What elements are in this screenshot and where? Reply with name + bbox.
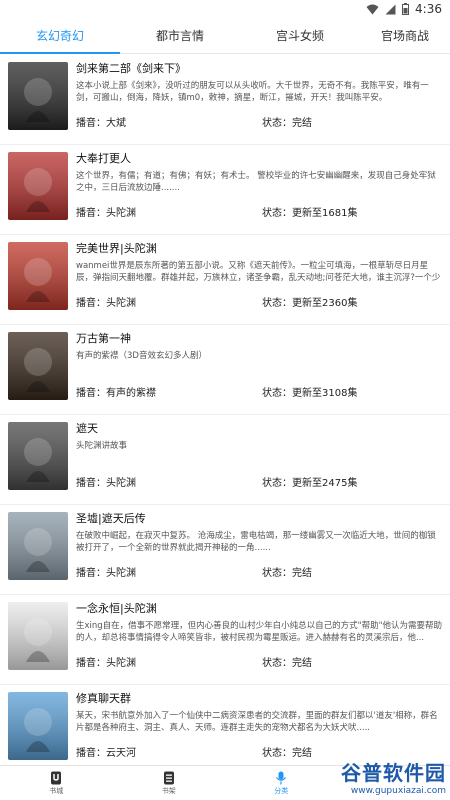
book-item[interactable]: 圣墟|遮天后传在破败中崛起，在寂灭中复苏。 沧海成尘，雷电枯竭，那一缕幽雾又一次…	[0, 505, 450, 595]
book-title[interactable]: 修真聊天群	[76, 692, 442, 708]
book-meta: 播音：头陀渊 状态：完结	[76, 654, 442, 679]
watermark-url: www.gupuxiazai.com	[350, 786, 446, 796]
book-description: 这本小说上部《剑来》，没听过的朋友可以从头收听。大千世界，无奇不有。我陈平安，唯…	[76, 81, 429, 103]
book-info: 大奉打更人这个世界，有儒；有道；有佛；有妖；有术士。 警校毕业的许七安幽幽醒来，…	[68, 152, 442, 229]
signal-icon	[385, 4, 396, 15]
book-narrator: 播音：大斌	[76, 118, 126, 129]
status-bar: 4:36	[0, 0, 450, 20]
book-meta: 播音：头陀渊 状态：更新至1681集	[76, 204, 442, 229]
tab-gongdou[interactable]: 宫斗女频	[240, 20, 360, 53]
tab-guanchang[interactable]: 官场商战	[360, 20, 450, 53]
book-status: 状态：更新至3108集	[262, 388, 358, 399]
book-meta: 播音：有声的紫襟 状态：更新至3108集	[76, 384, 442, 409]
book-status: 状态：完结	[262, 568, 312, 579]
book-item[interactable]: 遮天头陀渊讲故事 播音：头陀渊 状态：更新至2475集	[0, 415, 450, 505]
book-narrator: 播音：头陀渊	[76, 568, 136, 579]
watermark-title: 谷普软件园	[341, 761, 446, 785]
book-status: 状态：更新至1681集	[262, 208, 358, 219]
book-cover[interactable]	[8, 692, 68, 760]
book-info: 万古第一神有声的紫襟（3D音效玄幻多人剧） 播音：有声的紫襟 状态：更新至3108集	[68, 332, 442, 409]
book-title[interactable]: 大奉打更人	[76, 152, 442, 168]
wifi-icon	[366, 4, 379, 15]
bookshelf-icon	[163, 771, 174, 784]
book-narrator: 播音：头陀渊	[76, 208, 136, 219]
book-title[interactable]: 万古第一神	[76, 332, 442, 348]
tab-xuanhuan[interactable]: 玄幻奇幻	[0, 20, 120, 54]
watermark: 谷普软件园 www.gupuxiazai.com	[341, 757, 446, 796]
book-status: 状态：完结	[262, 658, 312, 669]
book-status: 状态：更新至2475集	[262, 478, 358, 489]
nav-bookshelf-label: 书架	[161, 786, 176, 795]
book-title[interactable]: 剑来第二部《剑来下》	[76, 62, 442, 78]
book-info: 圣墟|遮天后传在破败中崛起，在寂灭中复苏。 沧海成尘，雷电枯竭，那一缕幽雾又一次…	[68, 512, 442, 589]
book-narrator: 播音：头陀渊	[76, 658, 136, 669]
book-item[interactable]: 一念永恒|头陀渊生xing自在，借事不愿常理，但内心善良的山村少年白小纯总以自己…	[0, 595, 450, 685]
book-status: 状态：完结	[262, 748, 312, 759]
book-status: 状态：更新至2360集	[262, 298, 358, 309]
book-info: 完美世界|头陀渊 wanmei世界是辰东所著的第五部小说。又称《遮天前传》。一粒尘…	[68, 242, 442, 319]
book-description: 这个世界，有儒；有道；有佛；有妖；有术士。 警校毕业的许七安幽幽醒来，发现自己身…	[76, 171, 436, 193]
book-meta: 播音：头陀渊 状态：更新至2475集	[76, 474, 442, 499]
status-time: 4:36	[415, 2, 442, 16]
book-info: 遮天头陀渊讲故事 播音：头陀渊 状态：更新至2475集	[68, 422, 442, 499]
book-item[interactable]: 修真聊天群某天，宋书航意外加入了一个仙侠中二病资深患者的交流群，里面的群友们都以…	[0, 685, 450, 765]
nav-bookstore[interactable]: 书城	[0, 766, 113, 800]
book-list: 剑来第二部《剑来下》这本小说上部《剑来》，没听过的朋友可以从头收听。大千世界，无…	[0, 55, 450, 765]
book-title[interactable]: 一念永恒|头陀渊	[76, 602, 442, 618]
book-cover[interactable]	[8, 152, 68, 220]
book-item[interactable]: 万古第一神有声的紫襟（3D音效玄幻多人剧） 播音：有声的紫襟 状态：更新至3108集	[0, 325, 450, 415]
microphone-icon	[276, 771, 287, 784]
battery-icon	[402, 3, 410, 15]
book-cover[interactable]	[8, 242, 68, 310]
book-cover[interactable]	[8, 332, 68, 400]
book-meta: 播音：头陀渊 状态：完结	[76, 564, 442, 589]
book-info: 修真聊天群某天，宋书航意外加入了一个仙侠中二病资深患者的交流群，里面的群友们都以…	[68, 692, 442, 765]
nav-category-label: 分类	[274, 786, 289, 795]
book-description: 在破败中崛起，在寂灭中复苏。 沧海成尘，雷电枯竭，那一缕幽雾又一次临近大地，世间…	[76, 531, 436, 553]
book-description: 头陀渊讲故事	[76, 441, 128, 451]
book-narrator: 播音：云天河	[76, 748, 136, 759]
tab-dushi[interactable]: 都市言情	[120, 20, 240, 53]
book-title[interactable]: 完美世界|头陀渊	[76, 242, 442, 258]
book-cover[interactable]	[8, 602, 68, 670]
category-tabs: 玄幻奇幻 都市言情 宫斗女频 官场商战	[0, 20, 450, 54]
book-cover[interactable]	[8, 512, 68, 580]
book-cover[interactable]	[8, 422, 68, 490]
nav-bookshelf[interactable]: 书架	[113, 766, 226, 800]
book-meta: 播音：头陀渊 状态：更新至2360集	[76, 294, 442, 319]
book-title[interactable]: 遮天	[76, 422, 442, 438]
book-meta: 播音：大斌 状态：完结	[76, 114, 442, 139]
book-description: 生xing自在，借事不愿常理，但内心善良的山村少年白小纯总以自己的方式"帮助"他…	[76, 621, 442, 643]
book-narrator: 播音：头陀渊	[76, 298, 136, 309]
book-description: 某天，宋书航意外加入了一个仙侠中二病资深患者的交流群，里面的群友们都以'道友'相…	[76, 711, 438, 733]
bookstore-icon	[51, 771, 62, 784]
book-item[interactable]: 大奉打更人这个世界，有儒；有道；有佛；有妖；有术士。 警校毕业的许七安幽幽醒来，…	[0, 145, 450, 235]
book-narrator: 播音：头陀渊	[76, 478, 136, 489]
book-title[interactable]: 圣墟|遮天后传	[76, 512, 442, 528]
book-description: 有声的紫襟（3D音效玄幻多人剧）	[76, 351, 207, 361]
book-description: wanmei世界是辰东所著的第五部小说。又称《遮天前传》。一粒尘可填海，一根草斩…	[76, 261, 441, 283]
book-item[interactable]: 完美世界|头陀渊 wanmei世界是辰东所著的第五部小说。又称《遮天前传》。一粒尘…	[0, 235, 450, 325]
nav-bookstore-label: 书城	[49, 786, 64, 795]
book-info: 剑来第二部《剑来下》这本小说上部《剑来》，没听过的朋友可以从头收听。大千世界，无…	[68, 62, 442, 139]
book-narrator: 播音：有声的紫襟	[76, 388, 156, 399]
book-status: 状态：完结	[262, 118, 312, 129]
book-info: 一念永恒|头陀渊生xing自在，借事不愿常理，但内心善良的山村少年白小纯总以自己…	[68, 602, 442, 679]
book-item[interactable]: 剑来第二部《剑来下》这本小说上部《剑来》，没听过的朋友可以从头收听。大千世界，无…	[0, 55, 450, 145]
book-cover[interactable]	[8, 62, 68, 130]
nav-category[interactable]: 分类	[225, 766, 338, 800]
